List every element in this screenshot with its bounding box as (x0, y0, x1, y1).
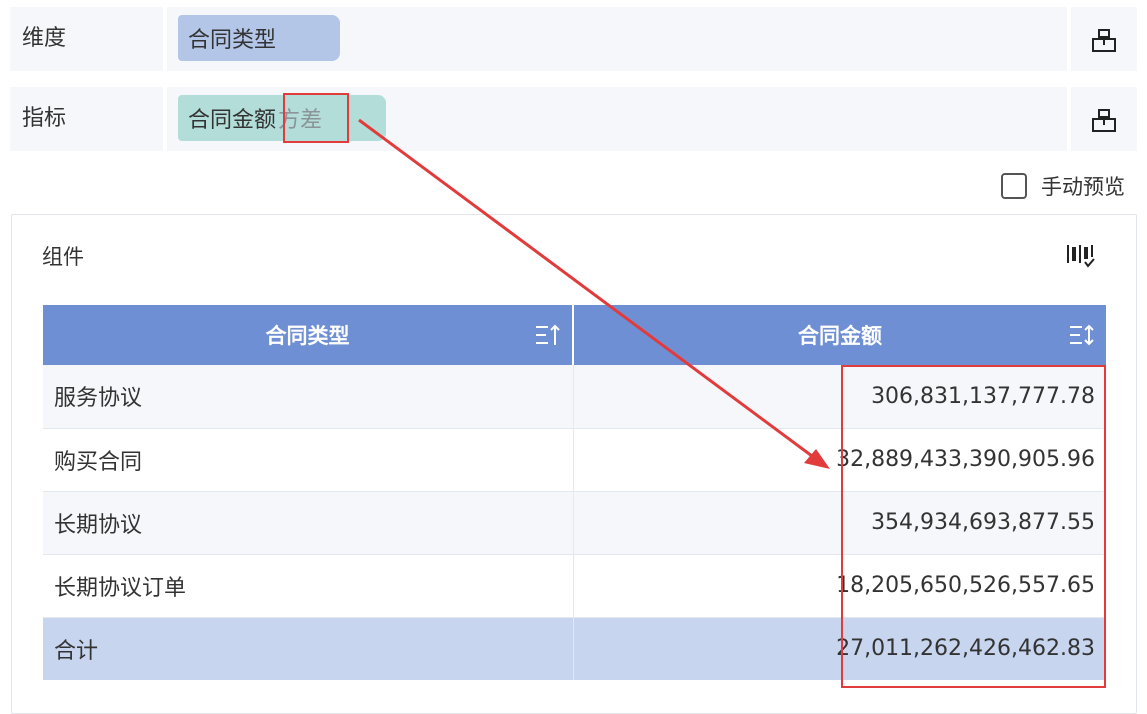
table-row: 长期协议 354,934,693,877.55 (43, 491, 1106, 555)
contract-amount-cell: 306,831,137,777.78 (573, 365, 1106, 429)
component-panel: 组件 合同类型 合同金额 服务协议 306,831,137,777.78 购买合… (11, 214, 1137, 714)
hierarchy-icon[interactable] (1091, 27, 1117, 53)
contract-type-cell: 服务协议 (43, 365, 574, 429)
sort-ascending-icon[interactable] (534, 323, 560, 347)
aggregation-highlight-box (283, 93, 349, 143)
contract-amount-cell: 18,205,650,526,557.65 (573, 554, 1106, 618)
metric-field-label: 合同金额 (188, 108, 277, 133)
divider (1067, 7, 1071, 71)
metric-field-chip[interactable]: 合同金额 方差 (178, 95, 386, 141)
table-row: 服务协议 306,831,137,777.78 (43, 365, 1106, 429)
divider (163, 87, 167, 151)
contract-type-cell: 长期协议 (43, 491, 574, 555)
component-title: 组件 (42, 245, 84, 269)
contract-amount-cell: 354,934,693,877.55 (573, 491, 1106, 555)
sort-icon[interactable] (1068, 323, 1094, 347)
total-label-cell: 合计 (43, 617, 574, 680)
column-header-contract-amount[interactable]: 合同金额 (573, 305, 1106, 365)
dimension-field-label: 合同类型 (188, 28, 277, 53)
table-row: 购买合同 32,889,433,390,905.96 (43, 428, 1106, 492)
dimension-field-chip[interactable]: 合同类型 (178, 15, 340, 61)
table-row: 长期协议订单 18,205,650,526,557.65 (43, 554, 1106, 618)
contract-amount-cell: 32,889,433,390,905.96 (573, 428, 1106, 492)
data-table: 合同类型 合同金额 服务协议 306,831,137,777.78 购买合同 3… (43, 305, 1106, 680)
chart-type-icon[interactable] (1065, 241, 1095, 269)
column-header-label: 合同金额 (798, 324, 882, 348)
divider (1067, 87, 1071, 151)
manual-preview-checkbox[interactable] (1001, 173, 1027, 199)
divider (163, 7, 167, 71)
manual-preview-toggle[interactable]: 手动预览 (1001, 172, 1125, 200)
metric-label: 指标 (22, 106, 67, 131)
total-amount-cell: 27,011,262,426,462.83 (573, 617, 1106, 680)
contract-type-cell: 长期协议订单 (43, 554, 574, 618)
dimension-row: 维度 合同类型 (10, 7, 1137, 71)
table-header-row: 合同类型 合同金额 (43, 305, 1106, 365)
column-header-contract-type[interactable]: 合同类型 (43, 305, 574, 365)
contract-type-cell: 购买合同 (43, 428, 574, 492)
dimension-label: 维度 (22, 26, 67, 51)
manual-preview-label: 手动预览 (1041, 175, 1125, 199)
hierarchy-icon[interactable] (1091, 107, 1117, 133)
column-header-label: 合同类型 (265, 324, 350, 348)
metric-row: 指标 合同金额 方差 (10, 87, 1137, 151)
total-row: 合计 27,011,262,426,462.83 (43, 617, 1106, 680)
